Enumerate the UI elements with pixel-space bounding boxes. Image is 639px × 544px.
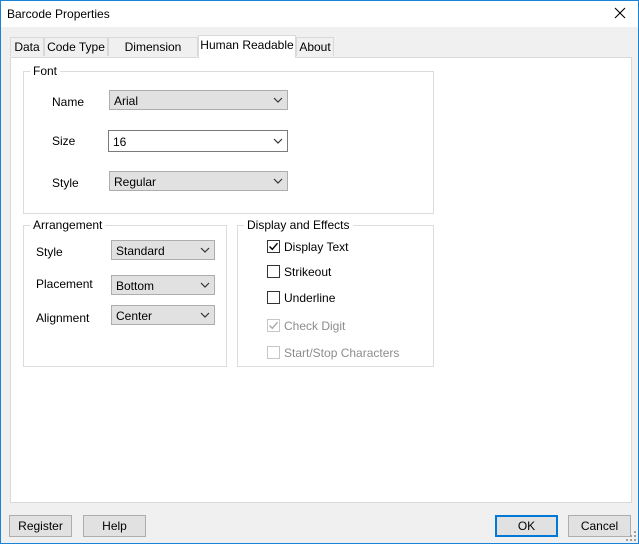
resize-grip-icon[interactable]: [626, 531, 636, 541]
font-name-select[interactable]: Arial: [109, 90, 288, 110]
font-size-label: Size: [52, 134, 76, 148]
underline-checkbox[interactable]: [267, 291, 280, 304]
strikeout-label[interactable]: Strikeout: [284, 265, 331, 279]
placement-label: Placement: [36, 277, 93, 291]
underline-label[interactable]: Underline: [284, 291, 335, 305]
chevron-down-icon: [200, 282, 210, 288]
display-text-label[interactable]: Display Text: [284, 240, 348, 254]
font-size-combobox[interactable]: 16: [108, 130, 288, 152]
checkmark-icon: [269, 242, 279, 251]
alignment-label: Alignment: [36, 311, 90, 325]
register-button[interactable]: Register: [9, 515, 72, 537]
chevron-down-icon: [273, 138, 283, 144]
display-text-checkbox[interactable]: [267, 240, 280, 253]
window-title: Barcode Properties: [7, 7, 110, 21]
start-stop-characters-checkbox: [267, 346, 280, 359]
chevron-down-icon: [273, 97, 283, 103]
check-digit-checkbox: [267, 319, 280, 332]
tab-about[interactable]: About: [296, 37, 334, 56]
font-style-label: Style: [52, 176, 79, 190]
start-stop-characters-label: Start/Stop Characters: [284, 346, 400, 360]
strikeout-checkbox[interactable]: [267, 265, 280, 278]
arrangement-group-legend: Arrangement: [30, 218, 106, 232]
alignment-select[interactable]: Center: [111, 305, 215, 325]
font-style-select[interactable]: Regular: [109, 171, 288, 191]
display-effects-group: Display and Effects Display Text Strikeo…: [237, 218, 434, 367]
display-effects-group-legend: Display and Effects: [244, 218, 353, 232]
tab-data[interactable]: Data: [10, 37, 44, 56]
font-group: Font Name Arial Size 16 Style Regular: [23, 64, 434, 214]
tab-human-readable[interactable]: Human Readable: [198, 35, 296, 58]
help-button[interactable]: Help: [83, 515, 146, 537]
arrangement-group: Arrangement Style Standard Placement Bot…: [23, 218, 227, 367]
font-group-legend: Font: [30, 64, 61, 78]
chevron-down-icon: [200, 312, 210, 318]
placement-select[interactable]: Bottom: [111, 275, 215, 295]
check-digit-label: Check Digit: [284, 319, 346, 333]
tab-panel-human-readable: Font Name Arial Size 16 Style Regular Ar…: [10, 57, 632, 503]
tab-dimension-dialog[interactable]: Dimension Dialog: [108, 37, 198, 72]
title-bar[interactable]: Barcode Properties: [1, 1, 638, 27]
chevron-down-icon: [200, 247, 210, 253]
ok-button[interactable]: OK: [495, 515, 558, 537]
checkmark-icon: [269, 321, 279, 330]
close-icon[interactable]: [612, 5, 628, 21]
arrangement-style-label: Style: [36, 245, 63, 259]
cancel-button[interactable]: Cancel: [568, 515, 631, 537]
font-name-label: Name: [52, 95, 85, 109]
tab-strip: Data Code Type Dimension Dialog Human Re…: [10, 35, 632, 72]
tab-code-type[interactable]: Code Type: [44, 37, 108, 56]
dialog-window: Barcode Properties Data Code Type Dimens…: [0, 0, 639, 544]
chevron-down-icon: [273, 178, 283, 184]
arrangement-style-select[interactable]: Standard: [111, 240, 215, 260]
